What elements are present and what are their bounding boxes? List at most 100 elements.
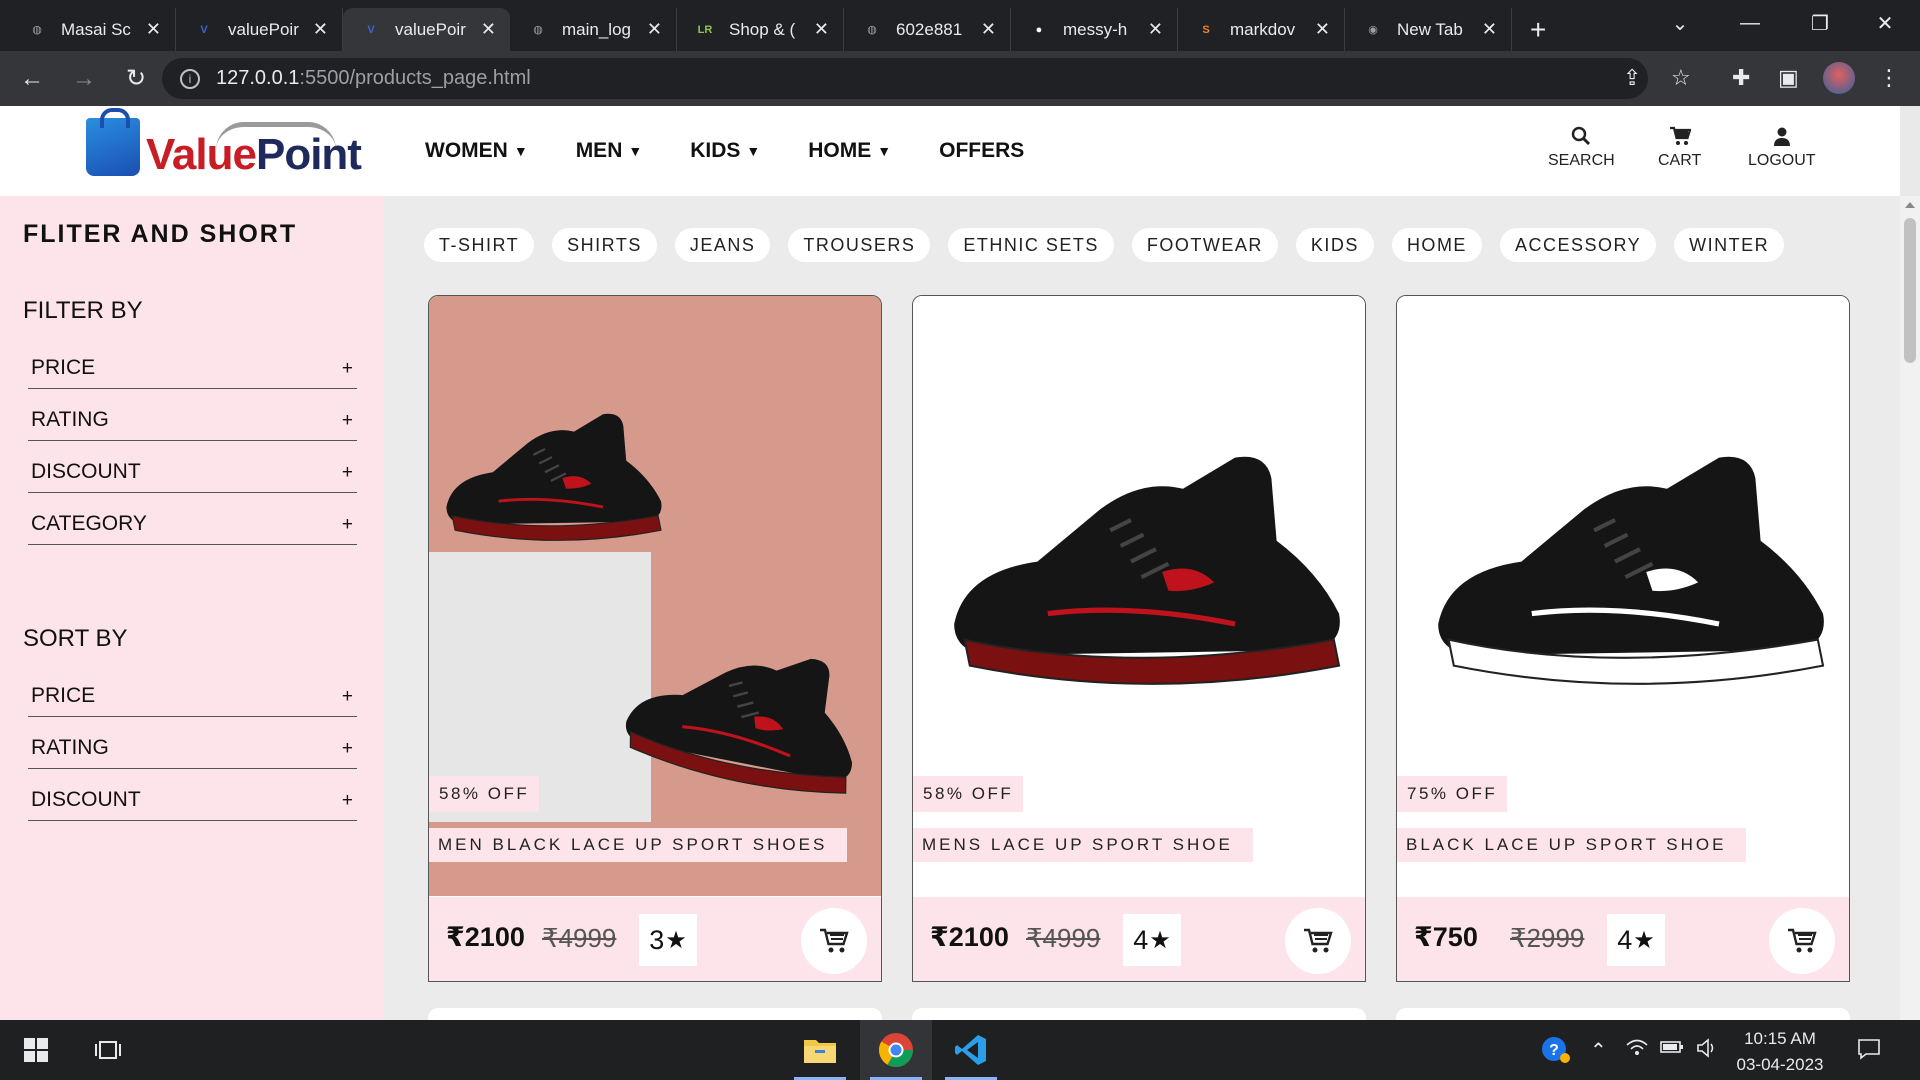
notification-icon[interactable] [1857, 1038, 1881, 1066]
chrome-taskbar-button[interactable] [860, 1020, 932, 1080]
help-icon[interactable]: ? [1540, 1034, 1572, 1072]
tab-search-icon[interactable]: ⌄ [1645, 0, 1715, 46]
sort-row-discount[interactable]: DISCOUNT + [28, 769, 357, 821]
browser-tab[interactable]: VvaluePoir ✕ [343, 8, 510, 51]
show-hidden-icons[interactable]: ⌃ [1590, 1038, 1607, 1063]
category-chip[interactable]: WINTER [1674, 228, 1785, 262]
close-window-button[interactable]: ✕ [1850, 0, 1920, 46]
vscode-icon [955, 1035, 986, 1065]
nav-item-home[interactable]: HOME ▼ [808, 139, 891, 163]
menu-kebab-icon[interactable]: ⋮ [1878, 65, 1900, 91]
filter-row-label: RATING [31, 408, 109, 431]
product-card[interactable]: 58% OFF MEN BLACK LACE UP SPORT SHOES ₹210… [428, 295, 882, 982]
category-chip[interactable]: T-SHIRT [424, 228, 535, 262]
tab-favicon-icon: ◍ [32, 24, 42, 36]
start-button[interactable] [14, 1020, 58, 1080]
add-to-cart-button[interactable] [1769, 908, 1835, 974]
category-chip[interactable]: FOOTWEAR [1131, 228, 1278, 262]
filter-row-rating[interactable]: RATING + [28, 389, 357, 441]
sort-row-rating[interactable]: RATING + [28, 717, 357, 769]
restore-button[interactable]: ❐ [1785, 0, 1855, 46]
caret-down-icon: ▼ [877, 143, 892, 159]
browser-tab[interactable]: VvaluePoir ✕ [176, 8, 343, 51]
product-name[interactable]: MEN BLACK LACE UP SPORT SHOES [429, 828, 848, 862]
add-to-cart-button[interactable] [801, 908, 867, 974]
tab-favicon-icon: ◍ [867, 24, 877, 36]
product-price: ₹2100 [930, 922, 1009, 952]
vscode-taskbar-button[interactable] [935, 1020, 1007, 1080]
logout-button[interactable]: LOGOUT [1748, 126, 1816, 170]
volume-icon[interactable] [1696, 1038, 1718, 1064]
sort-row-price[interactable]: PRICE + [28, 665, 357, 717]
filter-row-price[interactable]: PRICE + [28, 337, 357, 389]
tab-close-icon[interactable]: ✕ [313, 19, 328, 40]
page-scrollbar[interactable] [1900, 196, 1920, 1020]
product-card[interactable]: 75% OFF BLACK LACE UP SPORT SHOE ₹750 ₹2999… [1396, 295, 1850, 982]
reload-button[interactable]: ↻ [116, 59, 156, 99]
category-chip[interactable]: ETHNIC SETS [948, 228, 1114, 262]
browser-tab[interactable]: ◍ main_log ✕ [510, 8, 677, 51]
scroll-up-arrow[interactable] [1905, 202, 1915, 208]
minimize-button[interactable]: — [1715, 0, 1785, 46]
tab-close-icon[interactable]: ✕ [481, 19, 496, 40]
site-info-icon[interactable]: i [180, 68, 200, 89]
category-chip[interactable]: ACCESSORY [1499, 228, 1657, 262]
nav-item-men[interactable]: MEN ▼ [576, 139, 643, 163]
tab-close-icon[interactable]: ✕ [647, 19, 662, 40]
browser-tab[interactable]: ◍ Masai Sc ✕ [9, 8, 176, 51]
scroll-thumb[interactable] [1904, 218, 1916, 363]
tab-title: Shop & ( [729, 19, 796, 39]
tab-close-icon[interactable]: ✕ [1315, 19, 1330, 40]
logo-wordmark: ValuePoint [146, 130, 362, 179]
nav-item-label: OFFERS [939, 139, 1025, 162]
extensions-icon[interactable]: ✚ [1732, 65, 1750, 91]
browser-tab[interactable]: ◍ 602e881 ✕ [844, 8, 1011, 51]
filter-row-category[interactable]: CATEGORY + [28, 493, 357, 545]
file-explorer-taskbar-button[interactable] [784, 1020, 856, 1080]
battery-icon[interactable] [1660, 1038, 1684, 1061]
bookmark-star-icon[interactable]: ☆ [1671, 65, 1691, 91]
browser-tab[interactable]: ● messy-h ✕ [1011, 8, 1178, 51]
browser-tab[interactable]: LR Shop & (✕ [677, 8, 844, 51]
new-tab-button[interactable]: + [1530, 8, 1546, 51]
tab-close-icon[interactable]: ✕ [814, 19, 829, 40]
system-clock[interactable]: 10:15 AM 03-04-2023 [1735, 1026, 1825, 1078]
tab-close-icon[interactable]: ✕ [1148, 19, 1163, 40]
valuepoint-logo[interactable]: ValuePoint [86, 108, 362, 179]
sort-by-heading: SORT BY [23, 625, 128, 652]
cart-icon [820, 928, 849, 953]
add-to-cart-button[interactable] [1285, 908, 1351, 974]
browser-tab[interactable]: ◉ New Tab ✕ [1345, 8, 1512, 51]
next-row-card [428, 1008, 882, 1020]
product-mrp: ₹2999 [1510, 923, 1585, 953]
product-card[interactable]: 58% OFF MENS LACE UP SPORT SHOE ₹2100 ₹4999… [912, 295, 1366, 982]
product-name[interactable]: BLACK LACE UP SPORT SHOE [1397, 828, 1747, 862]
forward-button[interactable]: → [64, 59, 104, 99]
rating-value: 3 [649, 924, 665, 955]
task-view-button[interactable] [86, 1020, 130, 1080]
nav-item-women[interactable]: WOMEN ▼ [425, 139, 528, 163]
category-chip[interactable]: SHIRTS [552, 228, 657, 262]
nav-item-offers[interactable]: OFFERS [939, 139, 1024, 163]
nav-item-kids[interactable]: KIDS ▼ [690, 139, 760, 163]
plus-icon: + [341, 358, 353, 379]
side-panel-icon[interactable]: ▣ [1778, 65, 1799, 91]
address-bar[interactable]: i 127.0.0.1:5500/products_page.html [162, 58, 1648, 99]
category-chip[interactable]: TROUSERS [788, 228, 931, 262]
search-button[interactable]: SEARCH [1548, 126, 1615, 170]
back-button[interactable]: ← [12, 59, 52, 99]
share-icon[interactable]: ⇪ [1623, 65, 1641, 91]
profile-avatar[interactable] [1823, 62, 1855, 94]
cart-button[interactable]: CART [1658, 126, 1701, 170]
category-chip[interactable]: KIDS [1295, 228, 1374, 262]
tab-close-icon[interactable]: ✕ [146, 19, 161, 40]
product-name[interactable]: MENS LACE UP SPORT SHOE [913, 828, 1253, 862]
category-chip[interactable]: JEANS [674, 228, 771, 262]
browser-tab[interactable]: Smarkdov ✕ [1178, 8, 1345, 51]
tab-close-icon[interactable]: ✕ [981, 19, 996, 40]
tab-close-icon[interactable]: ✕ [1482, 19, 1497, 40]
chrome-icon [879, 1033, 913, 1067]
filter-row-discount[interactable]: DISCOUNT + [28, 441, 357, 493]
wifi-icon[interactable] [1626, 1038, 1648, 1062]
category-chip[interactable]: HOME [1391, 228, 1482, 262]
